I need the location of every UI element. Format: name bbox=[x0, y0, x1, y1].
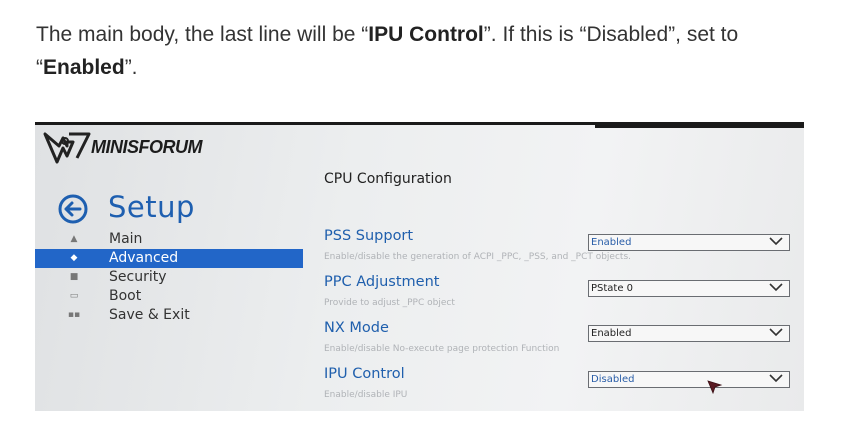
article-text-part3: ”. bbox=[124, 56, 138, 79]
nav-item-main[interactable]: ▲ Main bbox=[35, 230, 303, 249]
nav-label-security: Security bbox=[109, 269, 167, 285]
main-icon: ▲ bbox=[70, 234, 78, 244]
option-label-nx-mode: NX Mode bbox=[324, 320, 389, 336]
article-bold-enabled: Enabled bbox=[43, 56, 125, 79]
option-help-ipu-control: Enable/disable IPU bbox=[324, 390, 408, 400]
select-value: Enabled bbox=[591, 328, 632, 339]
boot-icon: ▭ bbox=[69, 291, 79, 301]
nav-label-boot: Boot bbox=[109, 288, 142, 304]
nav-label-main: Main bbox=[109, 231, 143, 247]
article-paragraph: The main body, the last line will be “IP… bbox=[36, 18, 816, 84]
ipu-control-select[interactable]: Disabled bbox=[588, 371, 790, 388]
article-text-part1: The main body, the last line will be “ bbox=[36, 23, 369, 46]
option-help-pss-support: Enable/disable the generation of ACPI _P… bbox=[324, 252, 631, 262]
bios-screenshot-photo: MINISFORUM Setup ▲ Main ◆ Advanced ■ Sec… bbox=[35, 122, 804, 411]
nav-item-advanced[interactable]: ◆ Advanced bbox=[35, 249, 303, 268]
option-help-ppc-adjustment: Provide to adjust _PPC object bbox=[324, 298, 455, 308]
chevron-down-icon bbox=[769, 237, 783, 246]
pss-support-select[interactable]: Enabled bbox=[588, 234, 790, 251]
option-label-pss-support: PSS Support bbox=[324, 228, 414, 244]
chevron-down-icon bbox=[769, 328, 783, 337]
save-exit-icon: ▪▪ bbox=[67, 310, 81, 320]
mouse-cursor-icon bbox=[707, 380, 723, 394]
section-title: CPU Configuration bbox=[324, 171, 452, 187]
option-label-ppc-adjustment: PPC Adjustment bbox=[324, 274, 440, 290]
option-label-ipu-control: IPU Control bbox=[324, 366, 405, 382]
nav-item-boot[interactable]: ▭ Boot bbox=[35, 287, 303, 306]
nav-item-security[interactable]: ■ Security bbox=[35, 268, 303, 287]
bios-top-border-right bbox=[595, 122, 804, 128]
brand-name: MINISFORUM bbox=[91, 137, 203, 157]
select-value: Disabled bbox=[591, 374, 635, 385]
select-value: PState 0 bbox=[591, 283, 634, 294]
minisforum-logo-icon bbox=[43, 132, 91, 164]
nav-label-advanced: Advanced bbox=[109, 250, 179, 266]
article-bold-ipu-control: IPU Control bbox=[368, 23, 484, 46]
security-icon: ■ bbox=[69, 272, 79, 282]
nav-item-save-exit[interactable]: ▪▪ Save & Exit bbox=[35, 306, 303, 325]
nav-label-save-exit: Save & Exit bbox=[109, 307, 190, 323]
ppc-adjustment-select[interactable]: PState 0 bbox=[588, 280, 790, 297]
chevron-down-icon bbox=[769, 374, 783, 383]
setup-title: Setup bbox=[108, 190, 195, 224]
chevron-down-icon bbox=[769, 283, 783, 292]
advanced-icon: ◆ bbox=[70, 253, 78, 263]
back-arrow-icon[interactable] bbox=[55, 194, 91, 224]
nx-mode-select[interactable]: Enabled bbox=[588, 325, 790, 342]
option-help-nx-mode: Enable/disable No-execute page protectio… bbox=[324, 344, 560, 354]
select-value: Enabled bbox=[591, 237, 632, 248]
